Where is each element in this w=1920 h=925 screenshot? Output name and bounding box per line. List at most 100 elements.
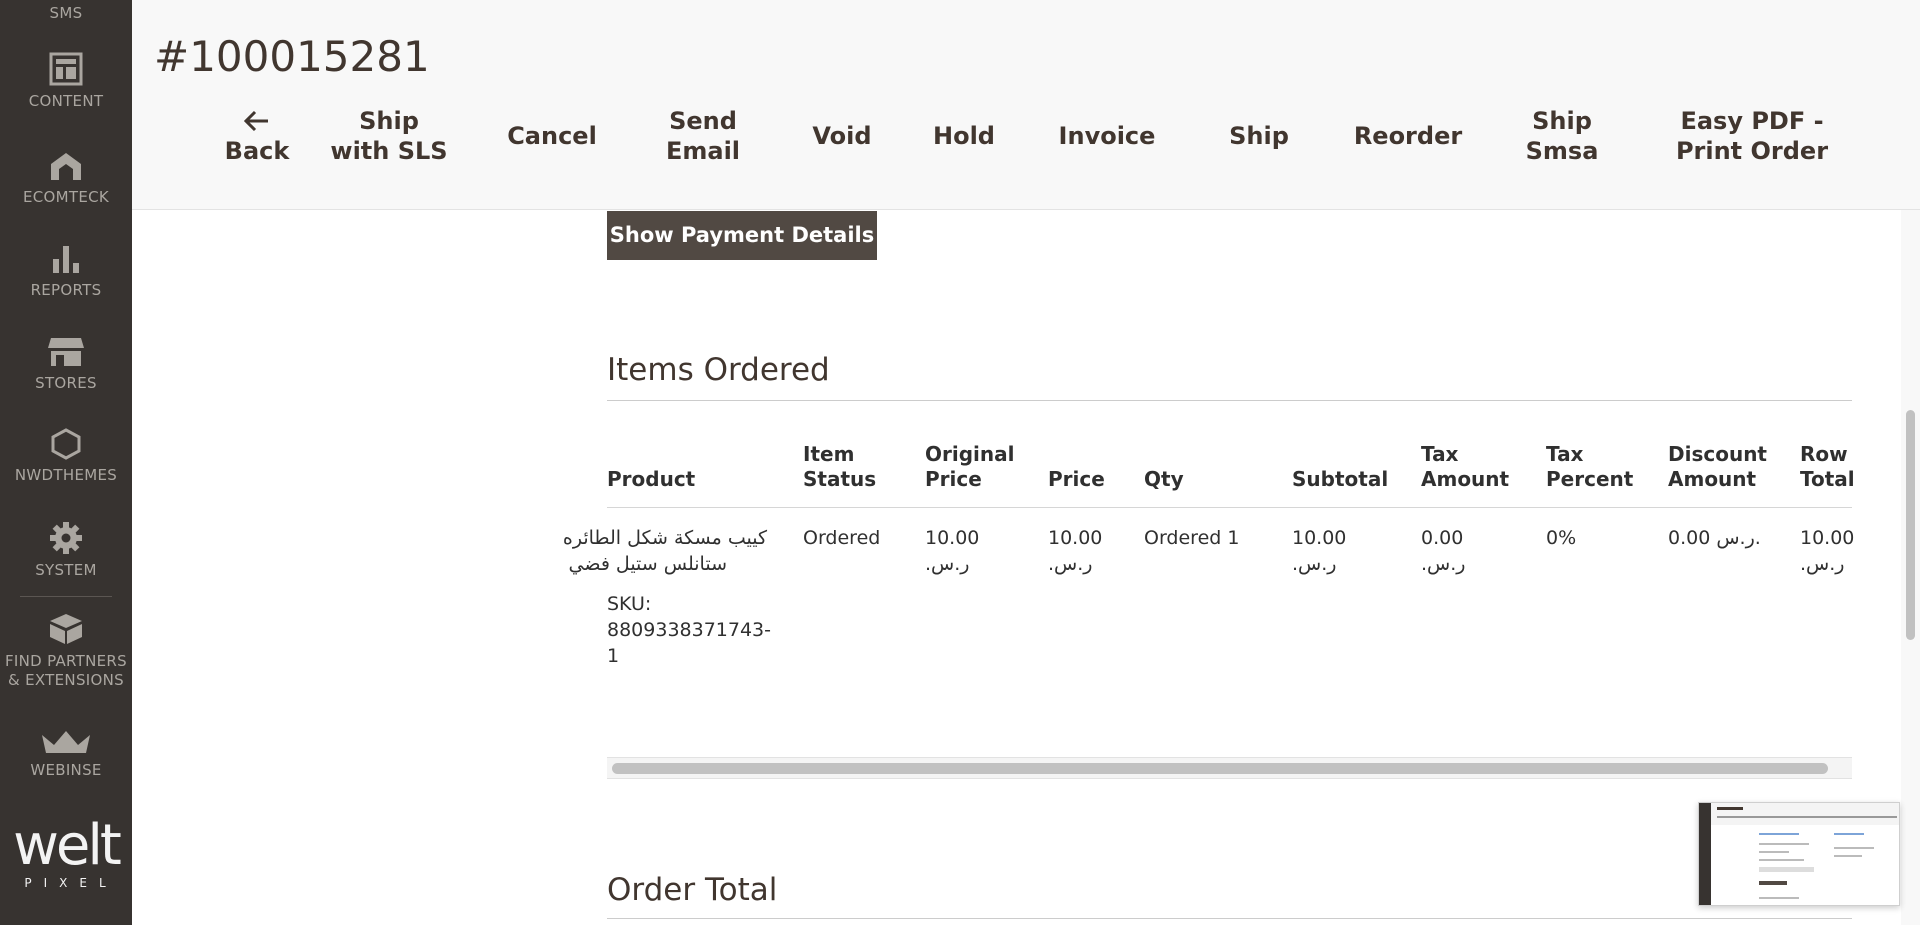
sidebar-item-content[interactable]: CONTENT: [0, 52, 132, 111]
cell-original-price: 10.00 ر.س.: [925, 525, 979, 577]
welt-pixel-logo[interactable]: welt PIXEL: [10, 813, 122, 891]
header-line2: Status: [803, 467, 877, 491]
scrollbar-thumb[interactable]: [612, 763, 1828, 774]
amount: 10.00: [1800, 527, 1855, 549]
cell-qty: Ordered 1: [1144, 527, 1240, 549]
ship-smsa-button[interactable]: Ship Smsa: [1517, 106, 1607, 166]
page-title: #100015281: [154, 32, 430, 81]
action-label: Reorder: [1353, 122, 1463, 150]
action-label-line2: Smsa: [1525, 137, 1599, 165]
amount: 10.00: [925, 527, 980, 549]
gear-icon: [50, 522, 82, 554]
column-header-product: Product: [607, 467, 695, 492]
amount: 10.00: [1292, 527, 1347, 549]
show-payment-details-button[interactable]: Show Payment Details: [607, 211, 877, 260]
amount: 0.00: [1421, 527, 1464, 549]
sidebar-item-label-line2: & EXTENSIONS: [8, 671, 124, 689]
header-line1: Price: [1048, 467, 1105, 491]
content-layout-icon: [49, 52, 83, 86]
sidebar-item-sms[interactable]: SMS: [0, 4, 132, 23]
amount: 10.00: [1048, 527, 1103, 549]
action-label: Back: [224, 137, 290, 165]
cell-product: كييب مسكة شكل الطائره ستانلس ستيل فضي SK…: [562, 525, 772, 669]
items-ordered-title: Items Ordered: [607, 352, 830, 388]
sku-label: SKU:: [607, 593, 652, 615]
ship-button[interactable]: Ship: [1219, 121, 1299, 151]
page-vertical-scrollbar[interactable]: [1901, 210, 1920, 925]
action-label: Hold: [933, 122, 995, 150]
sidebar-item-label: REPORTS: [30, 281, 102, 299]
invoice-button[interactable]: Invoice: [1057, 121, 1157, 151]
action-label-line1: Ship: [1532, 107, 1592, 135]
sidebar-item-label-line1: FIND PARTNERS: [5, 652, 127, 670]
sidebar-item-label: ECOMTECK: [22, 188, 110, 206]
action-label-line1: Easy PDF -: [1680, 107, 1824, 135]
sidebar-item-label: SMS: [49, 4, 83, 22]
sidebar-item-system[interactable]: SYSTEM: [0, 521, 132, 580]
sidebar-item-label: SYSTEM: [35, 561, 97, 579]
column-header-tax-percent: Tax Percent: [1546, 442, 1633, 492]
void-button[interactable]: Void: [802, 121, 882, 151]
table-horizontal-scrollbar[interactable]: [607, 757, 1852, 779]
sku-value-line2: 1: [607, 645, 620, 667]
hold-button[interactable]: Hold: [924, 121, 1004, 151]
action-label: Cancel: [507, 122, 597, 150]
header-line1: Tax: [1421, 442, 1459, 466]
action-label-line2: Email: [665, 137, 741, 165]
sidebar-item-reports[interactable]: REPORTS: [0, 243, 132, 300]
action-label: Ship: [1229, 122, 1289, 150]
currency: ر.س.: [1048, 553, 1093, 575]
column-header-qty: Qty: [1144, 467, 1184, 492]
cancel-button[interactable]: Cancel: [497, 121, 607, 151]
reorder-button[interactable]: Reorder: [1348, 121, 1468, 151]
sidebar-item-nwdthemes[interactable]: NWDTHEMES: [0, 428, 132, 485]
header-line2: Percent: [1546, 467, 1634, 491]
product-name-line1: كييب مسكة شكل الطائره: [562, 527, 767, 549]
column-header-price: Price: [1048, 467, 1105, 492]
store-icon: [48, 338, 84, 366]
header-line1: Product: [607, 467, 696, 491]
sidebar-item-webinse[interactable]: WEBINSE: [0, 729, 132, 780]
ship-with-sls-button[interactable]: Ship with SLS: [324, 106, 454, 166]
header-line2: Total: [1800, 467, 1855, 491]
product-name-line2: ستانلس ستيل فضي: [568, 553, 728, 575]
order-view-page: SMS CONTENT ECOMTECK REPORTS STORES NWDT…: [0, 0, 1920, 925]
easy-pdf-print-order-button[interactable]: Easy PDF - Print Order: [1672, 106, 1832, 166]
currency: ر.س.: [925, 553, 970, 575]
logo-word: welt: [13, 813, 122, 878]
cell-price: 10.00 ر.س.: [1048, 525, 1102, 577]
sidebar-item-stores[interactable]: STORES: [0, 336, 132, 393]
column-header-subtotal: Subtotal: [1292, 467, 1388, 492]
header-line1: Item: [803, 442, 855, 466]
sidebar-item-ecomteck[interactable]: ECOMTECK: [0, 150, 132, 207]
action-label: Invoice: [1058, 122, 1156, 150]
crown-icon: [42, 731, 90, 753]
screenshot-thumbnail-preview[interactable]: [1698, 802, 1900, 906]
column-header-item-status: Item Status: [803, 442, 876, 492]
sku-value-line1: 8809338371743-: [607, 619, 772, 641]
header-line1: Qty: [1144, 467, 1184, 491]
header-line1: Original: [925, 442, 1015, 466]
header-line2: Amount: [1421, 467, 1510, 491]
action-label-line2: Print Order: [1675, 137, 1829, 165]
cell-item-status: Ordered: [803, 527, 881, 549]
column-header-discount-amount: Discount Amount: [1668, 442, 1767, 492]
sidebar-item-find-partners[interactable]: FIND PARTNERS & EXTENSIONS: [0, 612, 132, 690]
ecomteck-icon: [51, 153, 81, 180]
cell-subtotal: 10.00 ر.س.: [1292, 525, 1346, 577]
scrollbar-thumb[interactable]: [1906, 410, 1915, 640]
header-line2: Price: [925, 467, 982, 491]
admin-sidebar: SMS CONTENT ECOMTECK REPORTS STORES NWDT…: [0, 0, 132, 925]
header-line1: Row: [1800, 442, 1848, 466]
cell-discount-amount: 0.00 ر.س.: [1668, 527, 1761, 549]
currency: ر.س.: [1421, 553, 1466, 575]
send-email-button[interactable]: Send Email: [653, 106, 753, 166]
back-button[interactable]: Back: [202, 106, 312, 166]
header-line1: Subtotal: [1292, 467, 1389, 491]
cell-row-total: 10.00 ر.س.: [1800, 525, 1854, 577]
sidebar-item-label: WEBINSE: [30, 761, 102, 779]
section-divider: [607, 400, 1852, 401]
table-header-divider: [607, 507, 1852, 508]
sidebar-divider: [20, 596, 112, 597]
hexagon-icon: [51, 428, 81, 460]
